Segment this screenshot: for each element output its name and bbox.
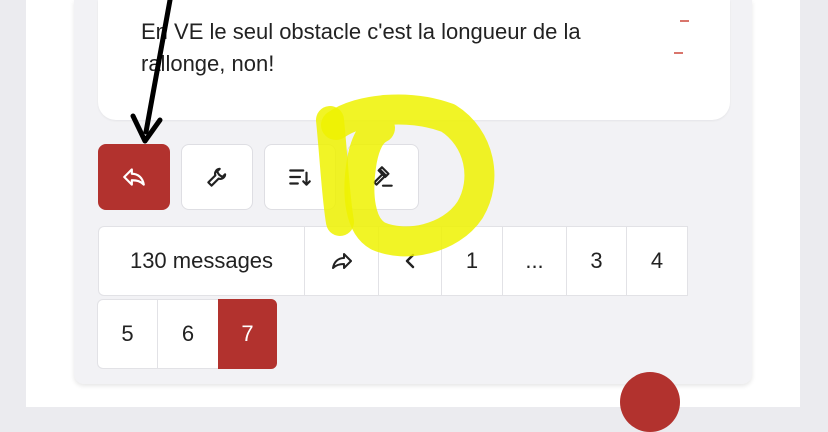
share-arrow-icon xyxy=(331,253,352,269)
share-button[interactable] xyxy=(304,226,379,296)
message-menu-mark[interactable] xyxy=(674,52,683,54)
wrench-icon xyxy=(207,167,227,187)
gavel-icon xyxy=(373,166,393,187)
reply-icon xyxy=(123,168,145,186)
floating-action-button[interactable] xyxy=(620,372,680,432)
message-text: En VE le seul obstacle c'est la longueur… xyxy=(141,19,581,76)
page-link[interactable]: 5 xyxy=(97,299,158,369)
chevron-left-icon xyxy=(405,253,415,269)
reply-button[interactable] xyxy=(98,144,170,210)
message-count: 130 messages xyxy=(98,226,305,296)
page-link[interactable]: 4 xyxy=(626,226,688,296)
page-ellipsis[interactable]: ... xyxy=(502,226,567,296)
page-link[interactable]: 3 xyxy=(566,226,627,296)
current-page[interactable]: 7 xyxy=(218,299,277,369)
sort-descending-icon xyxy=(289,169,311,186)
page-link[interactable]: 6 xyxy=(157,299,219,369)
judge-button[interactable] xyxy=(347,144,419,210)
sort-button[interactable] xyxy=(264,144,336,210)
moderate-button[interactable] xyxy=(181,144,253,210)
page-link[interactable]: 1 xyxy=(441,226,503,296)
previous-page-button[interactable] xyxy=(378,226,442,296)
message-menu-mark[interactable] xyxy=(680,20,689,22)
